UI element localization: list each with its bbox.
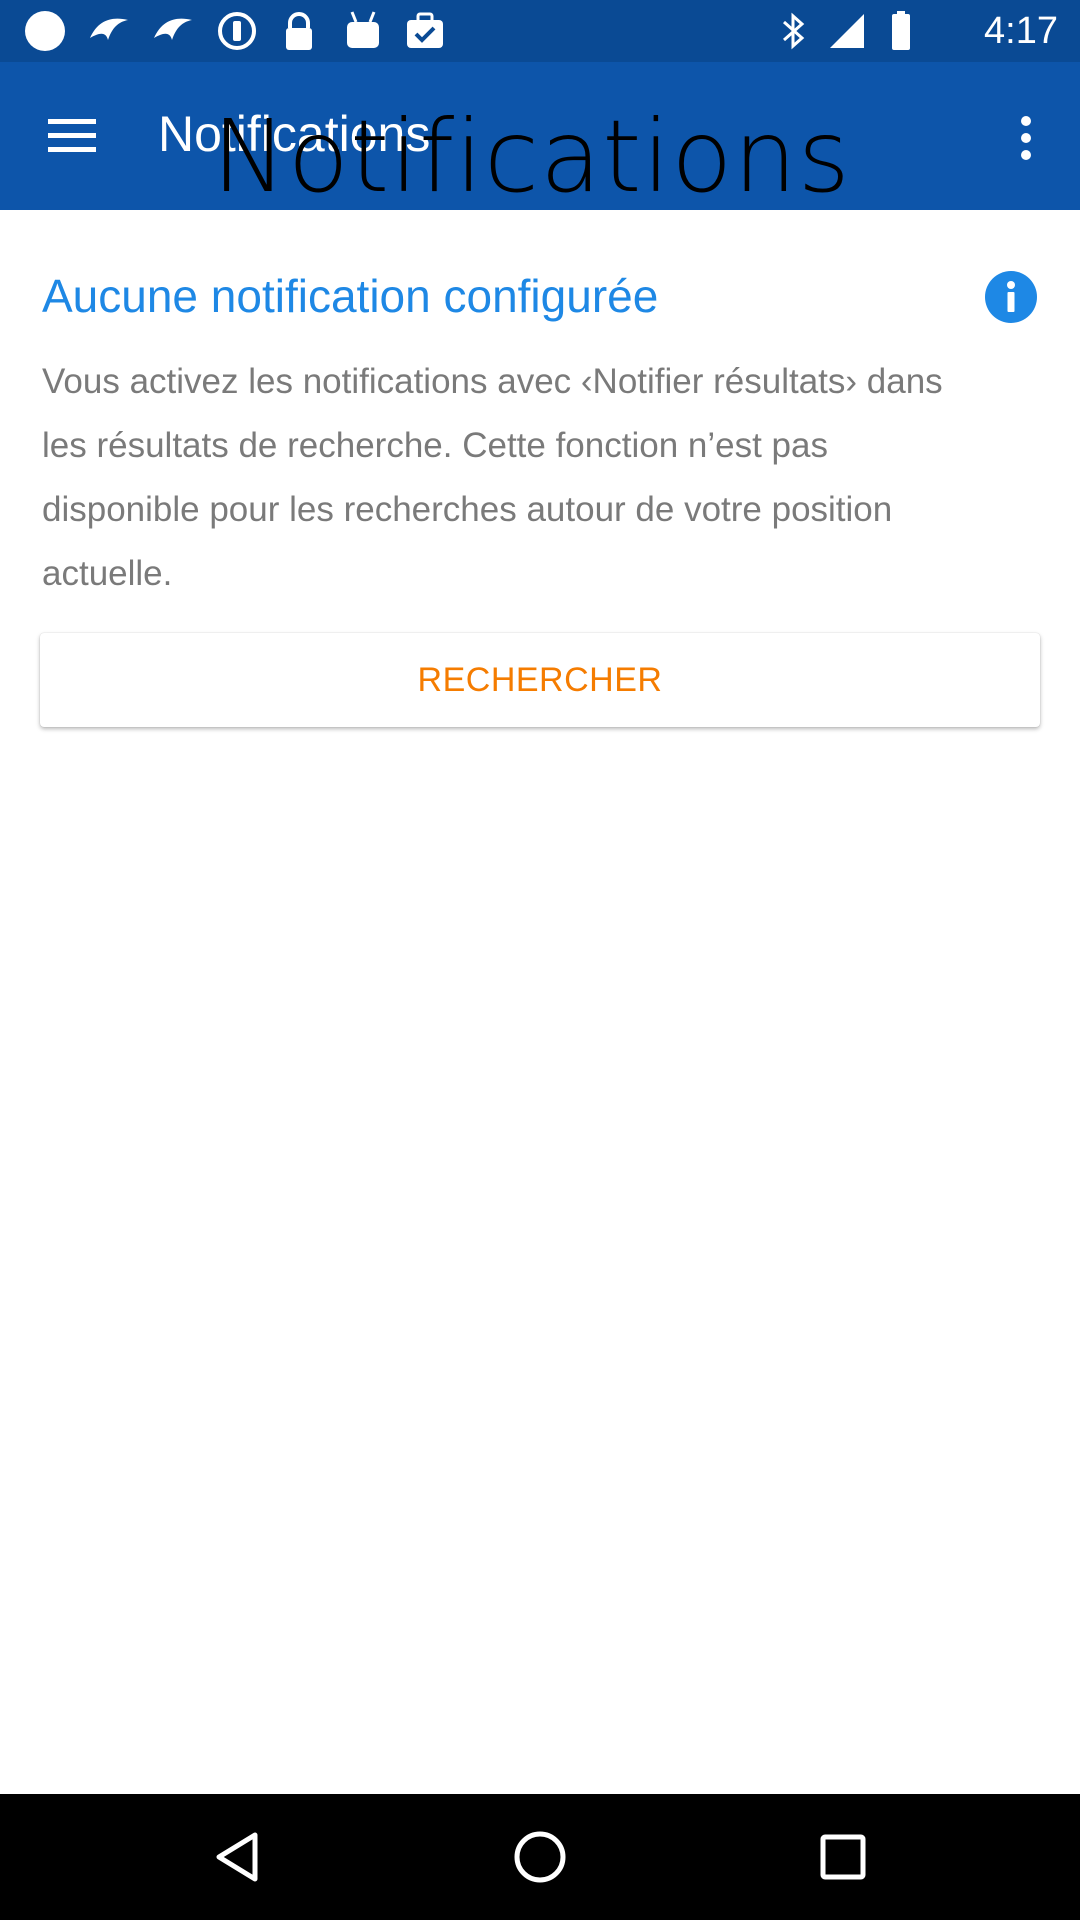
- empty-state-heading: Aucune notification configurée: [42, 270, 659, 322]
- signal-icon: [826, 10, 868, 52]
- app-bar: Notifications Notifications: [0, 62, 1080, 212]
- more-vert-icon: [1021, 116, 1031, 160]
- info-button[interactable]: [984, 270, 1038, 324]
- android-icon: [342, 10, 384, 52]
- status-bar: 4:17: [0, 0, 1080, 62]
- alert-circle-icon: [216, 10, 258, 52]
- battery-icon: [880, 10, 922, 52]
- page-title: Notifications: [158, 106, 431, 162]
- menu-button[interactable]: [0, 62, 100, 210]
- back-button[interactable]: [157, 1794, 317, 1920]
- search-button[interactable]: RECHERCHER: [40, 633, 1040, 727]
- back-icon: [216, 1832, 258, 1882]
- info-icon: [985, 271, 1037, 323]
- overflow-menu-button[interactable]: [980, 62, 1080, 210]
- empty-state-description: Vous activez les notifications avec ‹Not…: [42, 362, 943, 593]
- hamburger-menu-icon: [48, 119, 96, 152]
- home-icon: [514, 1831, 566, 1883]
- recents-icon: [820, 1834, 866, 1880]
- wings-icon: [88, 10, 130, 52]
- lock-icon: [278, 10, 320, 52]
- system-navigation-bar: [0, 1794, 1080, 1920]
- recents-button[interactable]: [763, 1794, 923, 1920]
- briefcase-check-icon: [404, 10, 446, 52]
- clock: 4:17: [984, 10, 1058, 52]
- wings-icon: [152, 10, 194, 52]
- bluetooth-icon: [772, 10, 814, 52]
- circle-icon: [24, 10, 66, 52]
- home-button[interactable]: [460, 1794, 620, 1920]
